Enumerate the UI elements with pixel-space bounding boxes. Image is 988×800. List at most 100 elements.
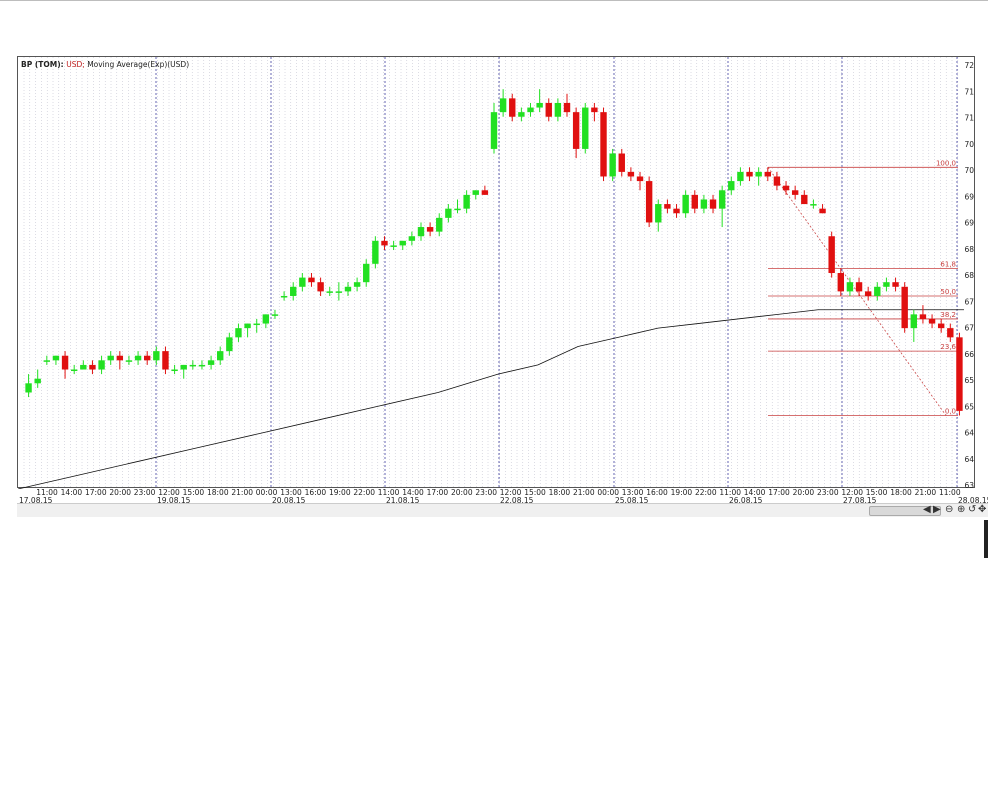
candle-down bbox=[563, 102, 571, 113]
date-label: 21.08.15 bbox=[386, 496, 420, 505]
time-tick-label: 20:00 bbox=[793, 488, 815, 497]
fib-level-label: 100,0 bbox=[936, 159, 956, 167]
candle-up bbox=[335, 291, 343, 293]
zoom-in-icon[interactable]: ⊕ bbox=[957, 504, 965, 516]
candle-down bbox=[791, 190, 799, 195]
candle-down bbox=[919, 314, 927, 319]
y-tick-label: 70 bbox=[964, 166, 974, 175]
candle-down bbox=[801, 194, 808, 205]
y-tick-label: 72 bbox=[964, 61, 974, 70]
candle-up bbox=[609, 153, 616, 177]
time-tick-label: 19:00 bbox=[329, 488, 351, 497]
candle-up bbox=[737, 171, 744, 182]
time-tick-label: 16:00 bbox=[305, 488, 327, 497]
candle-down bbox=[481, 190, 489, 195]
y-tick-label: 67 bbox=[964, 324, 974, 333]
candle-up bbox=[235, 328, 242, 338]
y-tick-label: 66 bbox=[964, 350, 974, 359]
chart-legend: BP (TOM): USD; Moving Average(Exp)(USD) bbox=[21, 60, 189, 69]
legend-symbol: BP (TOM): bbox=[21, 60, 66, 69]
candle-down bbox=[892, 282, 899, 287]
candle-up bbox=[436, 217, 443, 232]
candle-down bbox=[828, 236, 835, 273]
candle-up bbox=[910, 314, 918, 329]
scroll-left-icon[interactable]: ◀ bbox=[923, 504, 931, 516]
candlestick-chart[interactable]: BP (TOM): USD; Moving Average(Exp)(USD) 1… bbox=[18, 57, 976, 489]
candle-up bbox=[372, 240, 379, 264]
y-tick-label: 69 bbox=[964, 219, 974, 228]
candle-up bbox=[43, 360, 51, 362]
candle-down bbox=[509, 98, 516, 117]
time-tick-label: 17:00 bbox=[427, 488, 449, 497]
candle-up bbox=[280, 295, 288, 298]
date-label: 26.08.15 bbox=[729, 496, 763, 505]
candle-down bbox=[572, 112, 580, 149]
candle-up bbox=[408, 236, 416, 241]
candle-up bbox=[25, 383, 32, 393]
candle-down bbox=[855, 282, 863, 292]
candle-up bbox=[253, 323, 260, 326]
time-tick-label: 18:00 bbox=[549, 488, 571, 497]
fib-level-label: 23,6 bbox=[940, 343, 956, 351]
date-label: 22.08.15 bbox=[500, 496, 534, 505]
candle-up bbox=[134, 355, 142, 361]
candle-up bbox=[34, 378, 41, 384]
fib-trend-line bbox=[767, 167, 947, 416]
scroll-right-icon[interactable]: ▶ bbox=[933, 504, 941, 516]
time-tick-label: 17:00 bbox=[768, 488, 790, 497]
candle-down bbox=[901, 286, 908, 329]
candle-up bbox=[445, 208, 452, 218]
moving-average-line bbox=[18, 309, 964, 489]
candle-up bbox=[271, 314, 279, 316]
date-label: 19.08.15 bbox=[157, 496, 191, 505]
candle-up bbox=[363, 263, 370, 283]
date-label: 28.08.15 bbox=[958, 496, 988, 505]
candle-up bbox=[390, 245, 397, 247]
fib-level-label: 50,0 bbox=[940, 288, 956, 296]
candle-down bbox=[545, 102, 552, 117]
candle-down bbox=[426, 227, 434, 232]
candle-up bbox=[883, 282, 890, 287]
y-tick-label: 71 bbox=[964, 114, 974, 123]
candle-down bbox=[673, 208, 680, 214]
date-label: 20.08.15 bbox=[272, 496, 306, 505]
zoom-out-icon[interactable]: ⊖ bbox=[945, 504, 953, 516]
candle-down bbox=[600, 112, 607, 177]
candle-up bbox=[98, 360, 105, 370]
candle-up bbox=[353, 282, 361, 287]
candle-down bbox=[746, 171, 753, 177]
candle-up bbox=[417, 227, 425, 237]
candle-up bbox=[262, 314, 270, 324]
candle-up bbox=[399, 240, 406, 246]
candle-down bbox=[591, 107, 598, 113]
time-tick-label: 19:00 bbox=[671, 488, 693, 497]
candle-up bbox=[80, 364, 87, 370]
reset-icon[interactable]: ↺ bbox=[968, 504, 976, 516]
window-edge bbox=[984, 520, 988, 558]
candle-down bbox=[782, 185, 790, 191]
candle-up bbox=[226, 337, 233, 352]
time-axis: 11:00 14:00 17:00 20:00 23:00 12:00 15:00 18:00… bbox=[19, 488, 988, 505]
candle-up bbox=[728, 181, 735, 191]
candle-down bbox=[144, 355, 151, 361]
candle-up bbox=[326, 291, 333, 293]
candle-up bbox=[755, 171, 762, 177]
candle-down bbox=[317, 282, 324, 292]
candle-down bbox=[664, 204, 671, 209]
candle-up bbox=[52, 355, 60, 361]
y-tick-label: 64 bbox=[964, 429, 974, 438]
candle-up bbox=[499, 98, 507, 113]
y-tick-label: 65 bbox=[964, 402, 974, 411]
move-icon[interactable]: ✥ bbox=[978, 504, 986, 516]
horizontal-scrollbar[interactable]: ◀ ▶ ⊖ ⊕ ↺ ✥ bbox=[17, 503, 988, 517]
candle-up bbox=[180, 364, 187, 370]
candle-down bbox=[837, 273, 844, 292]
candle-up bbox=[874, 286, 881, 296]
chart-area[interactable]: BP (TOM): USD; Moving Average(Exp)(USD) 1… bbox=[17, 56, 976, 489]
fib-level-label: 38,2 bbox=[940, 311, 956, 319]
candle-down bbox=[928, 318, 936, 324]
candle-up bbox=[125, 360, 133, 362]
y-tick-label: 70 bbox=[964, 140, 974, 149]
candle-up bbox=[189, 364, 197, 367]
date-label: 17.08.15 bbox=[19, 496, 53, 505]
